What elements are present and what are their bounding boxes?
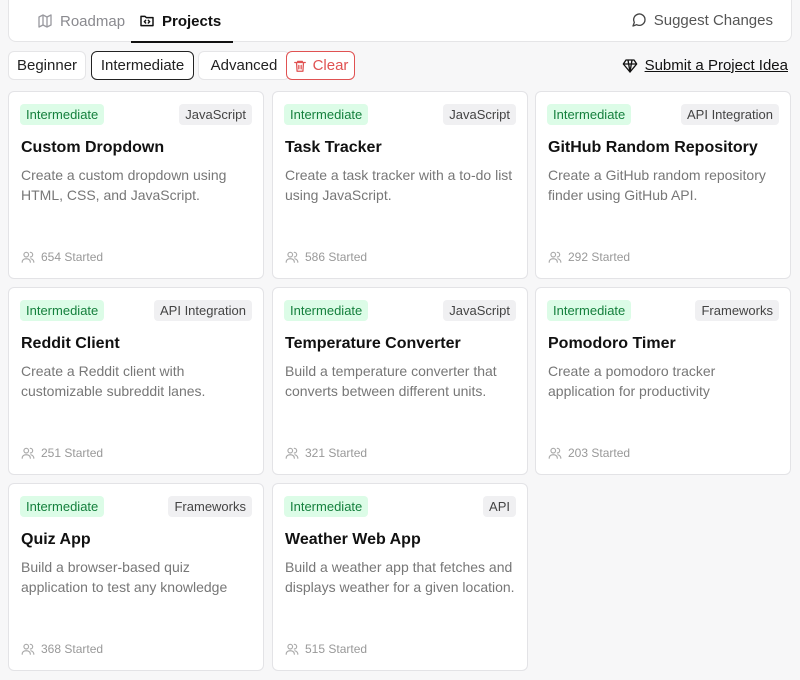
- started-count: 251 Started: [21, 446, 103, 460]
- chat-bubble-icon: [631, 12, 647, 28]
- users-icon: [548, 446, 562, 460]
- project-card[interactable]: Intermediate API Integration Reddit Clie…: [8, 287, 264, 475]
- filter-beginner-button[interactable]: Beginner: [8, 51, 86, 80]
- difficulty-badge: Intermediate: [547, 300, 632, 321]
- project-card[interactable]: Intermediate JavaScript Task Tracker Cre…: [272, 91, 528, 279]
- tab-roadmap[interactable]: Roadmap: [37, 0, 125, 42]
- project-title: Reddit Client: [21, 335, 120, 352]
- submit-project-idea-label: Submit a Project Idea: [644, 57, 788, 74]
- project-description: Create a task tracker with a to-do list …: [285, 167, 513, 203]
- category-tag: JavaScript: [179, 104, 252, 125]
- users-icon: [285, 642, 299, 656]
- tab-projects-label: Projects: [162, 12, 222, 30]
- category-tag: API: [483, 496, 516, 517]
- tab-roadmap-label: Roadmap: [60, 12, 126, 30]
- project-description: Create a Reddit client with customizable…: [21, 363, 206, 399]
- users-icon: [285, 446, 299, 460]
- category-tag: Frameworks: [695, 300, 779, 321]
- filter-advanced-button[interactable]: Advanced: [198, 51, 290, 80]
- category-tag: Frameworks: [168, 496, 252, 517]
- difficulty-badge: Intermediate: [547, 104, 632, 125]
- started-count: 586 Started: [285, 250, 367, 264]
- users-icon: [285, 250, 299, 264]
- difficulty-badge: Intermediate: [284, 104, 369, 125]
- gem-icon: [622, 58, 638, 74]
- trash-icon: [293, 59, 307, 73]
- project-title: Pomodoro Timer: [548, 335, 676, 352]
- category-tag: JavaScript: [443, 104, 516, 125]
- project-title: Task Tracker: [285, 139, 382, 156]
- started-count-label: 368 Started: [41, 642, 104, 656]
- started-count-label: 292 Started: [568, 250, 631, 264]
- tab-projects[interactable]: Projects: [131, 0, 234, 43]
- project-description: Build a temperature converter that conve…: [285, 363, 497, 399]
- project-description: Build a browser-based quiz application t…: [21, 559, 228, 595]
- category-tag: API Integration: [154, 300, 252, 321]
- project-title: GitHub Random Repository: [548, 139, 758, 156]
- started-count-label: 251 Started: [41, 446, 104, 460]
- started-count-label: 654 Started: [41, 250, 104, 264]
- started-count-label: 586 Started: [305, 250, 368, 264]
- started-count-label: 515 Started: [305, 642, 368, 656]
- difficulty-badge: Intermediate: [284, 496, 369, 517]
- difficulty-badge: Intermediate: [20, 496, 105, 517]
- difficulty-badge: Intermediate: [20, 300, 105, 321]
- started-count: 321 Started: [285, 446, 367, 460]
- started-count: 292 Started: [548, 250, 630, 264]
- suggest-changes-label: Suggest Changes: [653, 11, 773, 29]
- project-card[interactable]: Intermediate Frameworks Pomodoro Timer C…: [535, 287, 791, 475]
- submit-project-idea-link[interactable]: Submit a Project Idea: [622, 51, 788, 80]
- project-card[interactable]: Intermediate Frameworks Quiz App Build a…: [8, 483, 264, 671]
- users-icon: [21, 250, 35, 264]
- clear-filter-button[interactable]: Clear: [286, 51, 355, 80]
- project-description: Build a weather app that fetches and dis…: [285, 559, 515, 595]
- project-card[interactable]: Intermediate JavaScript Custom Dropdown …: [8, 91, 264, 279]
- folder-code-icon: [139, 13, 155, 29]
- project-card[interactable]: Intermediate API Integration GitHub Rand…: [535, 91, 791, 279]
- project-description: Create a GitHub random repository finder…: [548, 167, 766, 203]
- suggest-changes-button[interactable]: Suggest Changes: [631, 0, 773, 40]
- clear-label: Clear: [312, 57, 349, 74]
- project-title: Custom Dropdown: [21, 139, 165, 156]
- users-icon: [548, 250, 562, 264]
- started-count-label: 321 Started: [305, 446, 368, 460]
- project-description: Create a custom dropdown using HTML, CSS…: [21, 167, 227, 203]
- started-count: 515 Started: [285, 642, 367, 656]
- started-count-label: 203 Started: [568, 446, 631, 460]
- project-card[interactable]: Intermediate JavaScript Temperature Conv…: [272, 287, 528, 475]
- top-nav: Roadmap Projects Suggest Changes: [8, 0, 792, 43]
- filter-intermediate-button[interactable]: Intermediate: [91, 51, 194, 80]
- started-count: 203 Started: [548, 446, 630, 460]
- project-description: Create a pomodoro tracker application fo…: [548, 363, 716, 399]
- project-title: Weather Web App: [285, 531, 421, 548]
- filter-bar: Beginner Intermediate Advanced Clear Sub…: [8, 51, 788, 81]
- started-count: 654 Started: [21, 250, 103, 264]
- users-icon: [21, 642, 35, 656]
- project-title: Temperature Converter: [285, 335, 461, 352]
- users-icon: [21, 446, 35, 460]
- difficulty-badge: Intermediate: [284, 300, 369, 321]
- project-card[interactable]: Intermediate API Weather Web App Build a…: [272, 483, 528, 671]
- started-count: 368 Started: [21, 642, 103, 656]
- difficulty-badge: Intermediate: [20, 104, 105, 125]
- category-tag: JavaScript: [443, 300, 516, 321]
- category-tag: API Integration: [681, 104, 779, 125]
- map-icon: [37, 13, 53, 29]
- project-title: Quiz App: [21, 531, 91, 548]
